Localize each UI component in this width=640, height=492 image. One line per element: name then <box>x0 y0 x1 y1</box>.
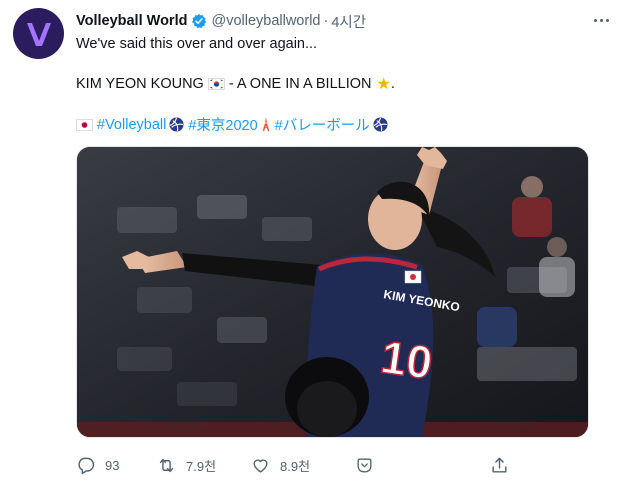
handle[interactable]: @volleyballworld <box>211 13 320 29</box>
tweet-text-line-2: KIM YEON KOUNG - A ONE IN A BILLION ★ . <box>76 74 395 94</box>
player-spiking-photo: KIM YEONKO 10 <box>77 147 588 437</box>
separator-dot: · <box>323 13 329 29</box>
player-name-text: KIM YEON KOUNG <box>76 76 204 92</box>
tagline-text: - A ONE IN A BILLION <box>228 76 372 92</box>
retweet-count: 7.9천 <box>186 459 217 474</box>
more-icon[interactable] <box>590 9 612 31</box>
reply-count: 93 <box>105 458 120 473</box>
korea-flag-icon <box>207 78 225 90</box>
jersey-number-text: 10 <box>378 330 436 389</box>
hashtag-volleyball[interactable]: #Volleyball <box>97 117 166 133</box>
like-button[interactable]: 8.9천 <box>251 456 310 475</box>
star-icon: ★ <box>376 76 391 93</box>
verified-badge-icon <box>191 13 207 29</box>
reply-icon <box>78 457 95 475</box>
upload-icon <box>492 457 507 473</box>
volleyball-world-logo-icon <box>26 22 51 46</box>
retweet-icon <box>159 458 174 473</box>
tweet-header: Volleyball World @volleyballworld · 4시간 <box>76 10 600 32</box>
volleyball-icon <box>373 117 388 132</box>
share-button[interactable] <box>355 456 384 475</box>
like-icon <box>253 459 268 473</box>
tokyo-tower-icon <box>261 117 271 132</box>
tagline-period: . <box>390 76 395 92</box>
hashtag-volleyball-jp[interactable]: #バレーボール <box>275 114 370 135</box>
reply-button[interactable]: 93 <box>76 456 119 475</box>
timestamp[interactable]: 4시간 <box>331 11 366 32</box>
volleyball-icon <box>169 117 184 132</box>
display-name[interactable]: Volleyball World <box>76 13 187 29</box>
tweet-photo[interactable]: KIM YEONKO 10 <box>76 146 589 438</box>
upload-button[interactable] <box>490 456 519 475</box>
retweet-button[interactable]: 7.9천 <box>157 456 216 475</box>
hashtag-tokyo2020[interactable]: #東京2020 <box>188 114 257 135</box>
tweet-text-line-1: We've said this over and over again... <box>76 36 318 52</box>
hashtag-line: #Volleyball #東京2020 #バレーボール <box>76 114 392 135</box>
share-icon <box>357 458 372 473</box>
tweet[interactable]: Volleyball World @volleyballworld · 4시간 … <box>0 0 640 492</box>
avatar[interactable] <box>13 8 64 59</box>
like-count: 8.9천 <box>280 459 311 474</box>
japan-flag-icon <box>76 118 93 131</box>
tweet-actions: 93 7.9천 8.9천 <box>76 456 516 478</box>
